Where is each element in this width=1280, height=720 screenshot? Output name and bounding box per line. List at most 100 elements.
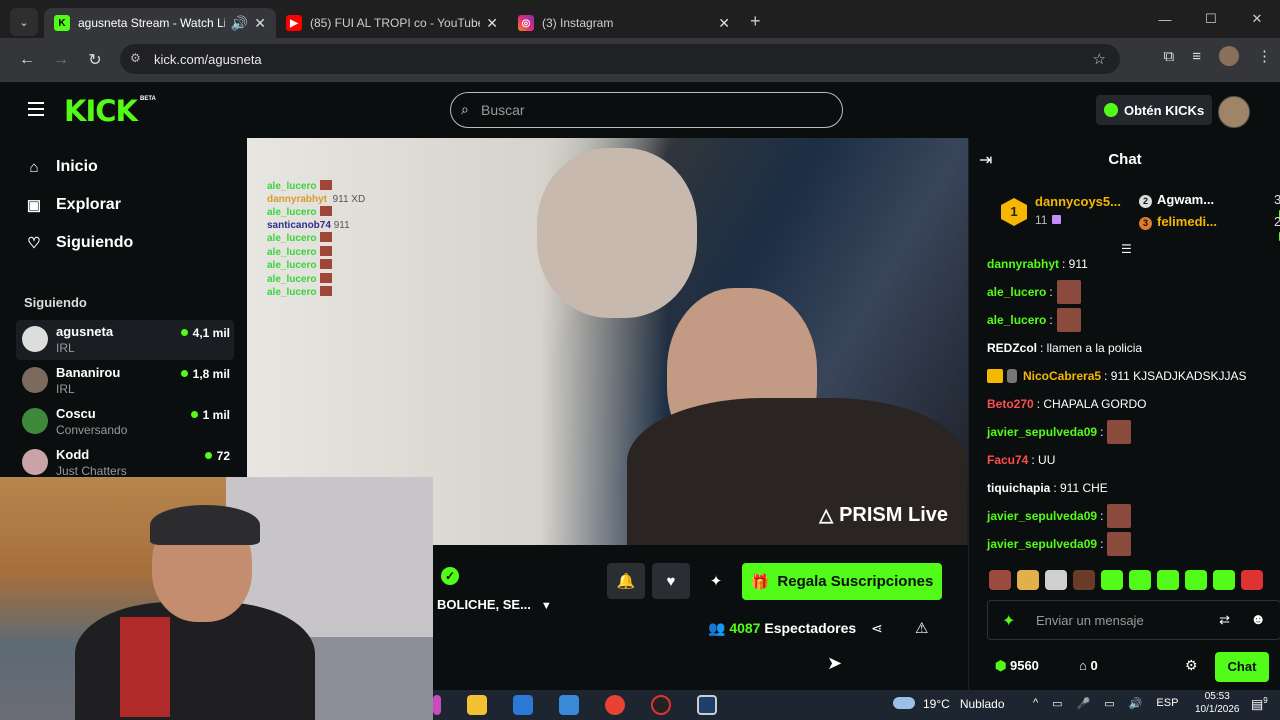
rank-1-badge-icon: 1: [1001, 198, 1027, 226]
store-icon[interactable]: [513, 695, 533, 715]
emote[interactable]: [1129, 570, 1151, 590]
tab-search-icon[interactable]: ⌄: [10, 8, 38, 36]
notifications-bell-button[interactable]: 🔔: [607, 563, 645, 599]
app-icon[interactable]: [697, 695, 717, 715]
weather-widget[interactable]: 19°C Nublado: [893, 697, 1005, 711]
emote[interactable]: [1241, 570, 1263, 590]
kick-logo[interactable]: KICK: [64, 94, 138, 128]
chat-username[interactable]: dannyrabhyt: [987, 257, 1059, 271]
microphone-icon[interactable]: 🎤: [1077, 697, 1091, 710]
points-icon: ⬢: [995, 658, 1007, 673]
profile-avatar[interactable]: [1219, 46, 1239, 66]
followed-channel-agusneta[interactable]: agusneta IRL 4,1 mil: [16, 320, 234, 360]
minimize-icon[interactable]: —: [1142, 0, 1188, 38]
media-control-icon[interactable]: ≡: [1192, 48, 1201, 65]
network-icon[interactable]: ▭: [1104, 697, 1114, 710]
emote[interactable]: [1213, 570, 1235, 590]
sidebar-item-explorar[interactable]: ▣ Explorar: [24, 196, 121, 214]
followed-channel-coscu[interactable]: Coscu Conversando 1 mil: [16, 402, 234, 442]
close-tab-icon[interactable]: ✕: [486, 15, 498, 32]
reload-icon[interactable]: ↻: [78, 50, 112, 70]
chat-username[interactable]: NicoCabrera5: [1023, 369, 1101, 383]
bookmark-star-icon[interactable]: ☆: [1093, 50, 1106, 68]
emote[interactable]: [1073, 570, 1095, 590]
mail-icon[interactable]: [559, 695, 579, 715]
chat-text: : 911 KJSADJKADSKJJAS: [1104, 369, 1247, 383]
url-field[interactable]: ⚙ kick.com/agusneta ☆: [120, 44, 1120, 74]
overlay-chat-line: ale_lucero: [267, 272, 365, 287]
tab-kick[interactable]: K agusneta Stream - Watch Li 🔊 ✕: [44, 8, 276, 38]
tab-youtube[interactable]: ▶ (85) FUI AL TROPI co - YouTube ✕: [276, 8, 508, 38]
new-tab-icon[interactable]: +: [750, 11, 761, 32]
chat-messages: dannyrabhyt: 911 ale_lucero: ale_lucero: RE…: [987, 250, 1277, 558]
close-tab-icon[interactable]: ✕: [254, 15, 266, 32]
emote[interactable]: [1101, 570, 1123, 590]
browser-menu-icon[interactable]: ⋮: [1257, 47, 1272, 65]
sparkle-icon[interactable]: ✦: [1002, 611, 1015, 631]
menu-hamburger-icon[interactable]: [28, 102, 44, 116]
chat-message: ale_lucero:: [987, 278, 1277, 306]
emote[interactable]: [989, 570, 1011, 590]
chat-settings-gear-icon[interactable]: ⚙: [1185, 657, 1198, 674]
file-explorer-icon[interactable]: [467, 695, 487, 715]
chat-username[interactable]: REDZcol: [987, 341, 1037, 355]
chat-emote: [1056, 308, 1081, 332]
chat-username[interactable]: ale_lucero: [987, 285, 1046, 299]
search-input[interactable]: ⌕ Buscar: [450, 92, 843, 128]
leader-row[interactable]: 2 Agwam... 3: [1139, 192, 1280, 219]
webcam-scene: [150, 505, 260, 545]
followed-channel-bananirou[interactable]: Bananirou IRL 1,8 mil: [16, 361, 234, 401]
share-icon[interactable]: ⋖: [871, 620, 883, 637]
stream-title[interactable]: BOLICHE, SE... ▼: [437, 597, 552, 612]
chat-username[interactable]: javier_sepulveda09: [987, 425, 1097, 439]
leader-row[interactable]: 3 felimedi... 2: [1139, 214, 1280, 241]
chat-username[interactable]: javier_sepulveda09: [987, 537, 1097, 551]
channel-points[interactable]: ⬢ 9560: [995, 658, 1039, 674]
clock[interactable]: 05:53 10/1/2026: [1195, 690, 1240, 716]
speaker-icon[interactable]: 🔊: [231, 15, 248, 32]
tray-app-icon[interactable]: ▭: [1052, 697, 1062, 710]
language-indicator[interactable]: ESP: [1156, 697, 1178, 710]
notification-center-icon[interactable]: ▤9: [1251, 696, 1268, 712]
translate-icon[interactable]: ⇄: [1219, 612, 1230, 628]
emote[interactable]: [1045, 570, 1067, 590]
extensions-icon[interactable]: ⧉: [1164, 48, 1175, 65]
leader-name[interactable]: dannycoys5...: [1035, 194, 1121, 209]
chrome-icon[interactable]: [605, 695, 625, 715]
drops-claims[interactable]: ⌂ 0: [1079, 658, 1098, 673]
close-window-icon[interactable]: ✕: [1234, 0, 1280, 38]
maximize-icon[interactable]: ☐: [1188, 0, 1234, 38]
sidebar-item-siguiendo[interactable]: ♡ Siguiendo: [24, 234, 133, 252]
sub-gift-icon: [1052, 215, 1062, 224]
obs-icon[interactable]: [651, 695, 671, 715]
close-tab-icon[interactable]: ✕: [718, 15, 730, 32]
tray-chevron-icon[interactable]: ^: [1033, 697, 1038, 710]
emoji-smile-icon[interactable]: ☻: [1250, 611, 1266, 628]
sidebar-item-inicio[interactable]: ⌂ Inicio: [24, 158, 97, 176]
report-warning-icon[interactable]: ⚠: [915, 619, 928, 637]
emote[interactable]: [1017, 570, 1039, 590]
send-chat-button[interactable]: Chat: [1215, 652, 1269, 682]
gift-subscriptions-button[interactable]: 🎁 Regala Suscripciones: [742, 563, 942, 600]
site-info-icon[interactable]: ⚙: [130, 51, 141, 65]
chat-username[interactable]: javier_sepulveda09: [987, 509, 1097, 523]
chat-message: Beto270: CHAPALA GORDO: [987, 390, 1277, 418]
chat-username[interactable]: Facu74: [987, 453, 1028, 467]
sparkle-button[interactable]: ✦: [697, 563, 735, 599]
back-icon[interactable]: ←: [10, 51, 44, 69]
user-avatar[interactable]: [1218, 96, 1250, 128]
volume-icon[interactable]: 🔊: [1129, 697, 1143, 710]
chat-username[interactable]: ale_lucero: [987, 313, 1046, 327]
chat-username[interactable]: tiquichapia: [987, 481, 1050, 495]
emote[interactable]: [1185, 570, 1207, 590]
chat-footer: ⬢ 9560 ⌂ 0 ⚙ Chat: [987, 652, 1280, 682]
chat-username[interactable]: Beto270: [987, 397, 1034, 411]
emote[interactable]: [1157, 570, 1179, 590]
app-icon[interactable]: [433, 695, 441, 715]
follow-heart-button[interactable]: ♥: [652, 563, 690, 599]
tab-instagram[interactable]: ◎ (3) Instagram ✕: [508, 8, 740, 38]
chat-message-input[interactable]: ✦ Enviar un mensaje ⇄ ☻: [987, 600, 1280, 640]
forward-icon[interactable]: →: [44, 51, 78, 69]
sidebar-item-label: Siguiendo: [56, 234, 134, 251]
get-kicks-button[interactable]: Obtén KICKs: [1096, 95, 1213, 125]
